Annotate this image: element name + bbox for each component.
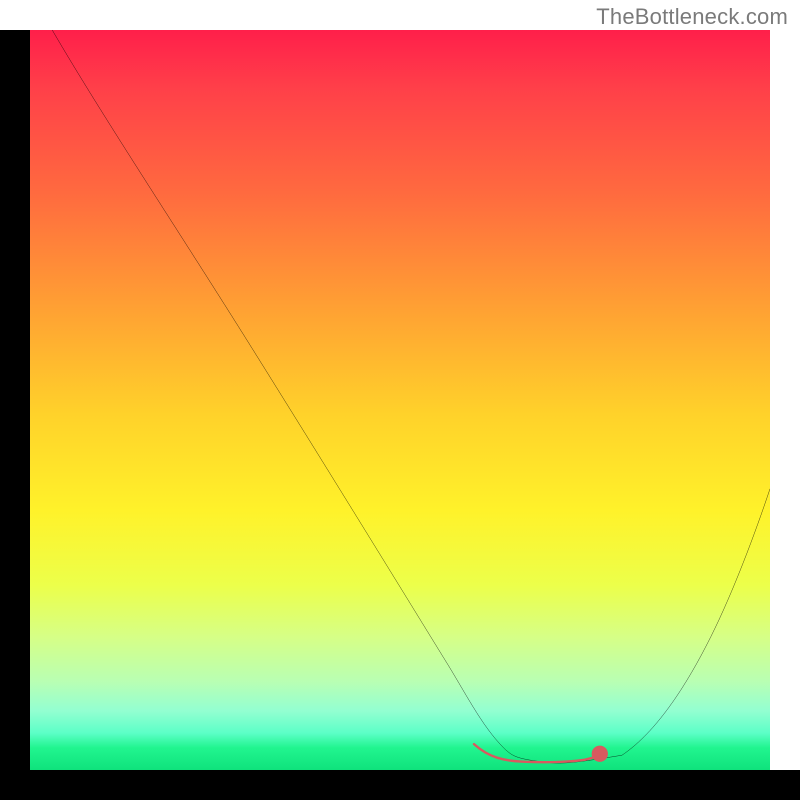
- plot-svg: [30, 30, 770, 770]
- optimal-range-marker: [474, 744, 600, 762]
- chart-frame: [0, 30, 800, 800]
- chart-container: TheBottleneck.com: [0, 0, 800, 800]
- bottleneck-curve: [52, 30, 770, 763]
- optimal-range-dot-icon: [592, 746, 608, 762]
- plot-area: [30, 30, 770, 770]
- x-axis-bar: [0, 770, 800, 800]
- y-axis-bar: [0, 30, 30, 770]
- watermark-text: TheBottleneck.com: [596, 4, 788, 30]
